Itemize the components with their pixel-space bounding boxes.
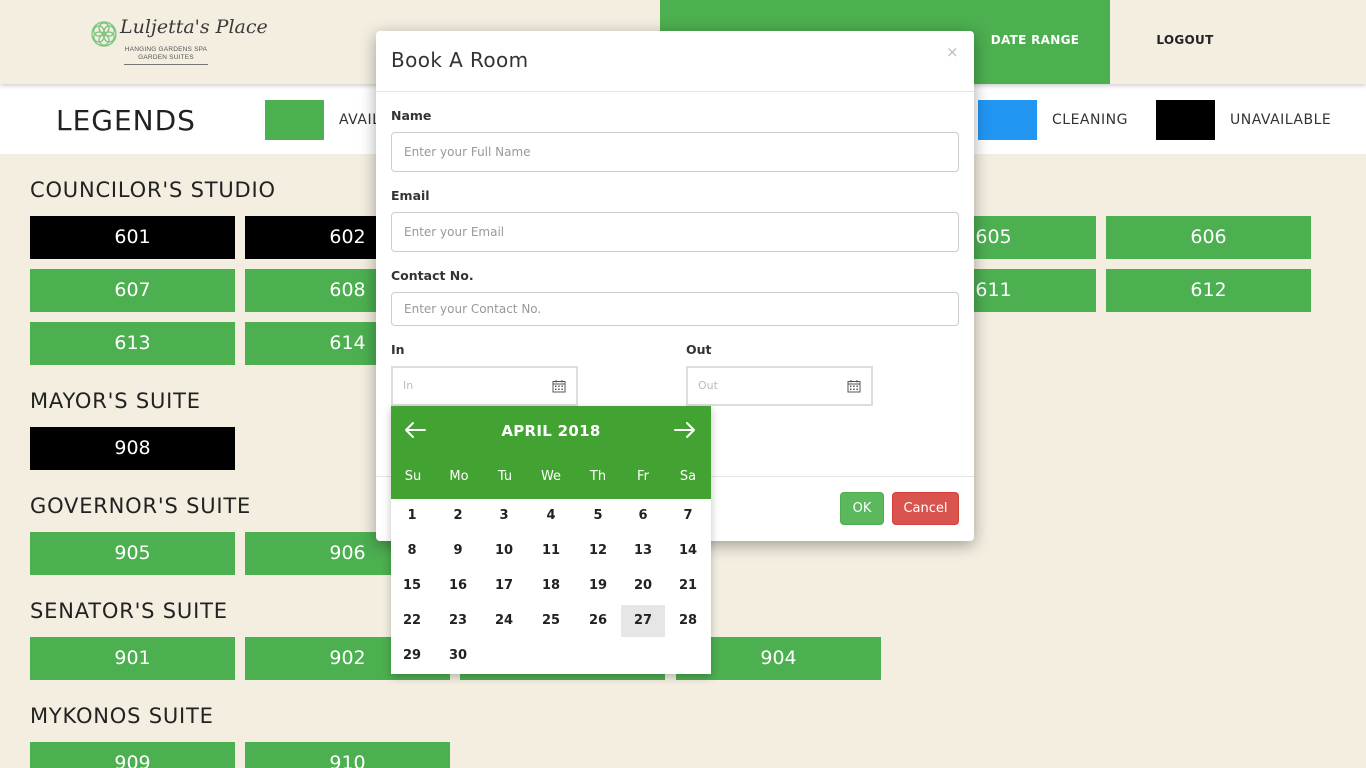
calendar-day[interactable]: 3 [482,500,526,532]
name-input[interactable] [391,132,959,172]
calendar-day[interactable]: 21 [666,570,710,602]
calendar-day[interactable]: 26 [576,605,620,637]
legend-label-unavailable: UNAVAILABLE [1230,112,1332,128]
logo[interactable]: Luljetta's Place HANGING GARDENS SPA GAR… [90,16,268,68]
modal-header-divider [376,91,974,92]
calendar-day[interactable]: 24 [482,605,526,637]
room-905[interactable]: 905 [30,532,235,575]
calendar-day[interactable]: 4 [529,500,573,532]
room-613[interactable]: 613 [30,322,235,365]
modal-title: Book A Room [391,48,529,72]
contact-label: Contact No. [391,268,474,283]
calendar-day[interactable]: 23 [436,605,480,637]
calendar-header: APRIL 2018 Su Mo Tu We Th Fr Sa [391,406,711,499]
ok-button[interactable]: OK [840,492,884,525]
calendar-day[interactable]: 6 [621,500,665,532]
room-910[interactable]: 910 [245,742,450,768]
legend-swatch-available [265,100,324,140]
weekday-label: Sa [679,469,697,484]
check-in-placeholder: In [403,379,414,392]
logo-subtitle: HANGING GARDENS SPA GARDEN SUITES [124,46,208,65]
calendar-month-label[interactable]: APRIL 2018 [391,422,711,440]
close-icon[interactable]: × [946,43,959,61]
calendar-day[interactable]: 20 [621,570,665,602]
calendar-day[interactable]: 29 [390,640,434,672]
room-909[interactable]: 909 [30,742,235,768]
check-in-label: In [391,342,405,357]
room-607[interactable]: 607 [30,269,235,312]
legend-swatch-cleaning [978,100,1037,140]
room-612[interactable]: 612 [1106,269,1311,312]
calendar-icon[interactable] [552,379,566,393]
calendar-day[interactable]: 5 [576,500,620,532]
calendar-day[interactable]: 2 [436,500,480,532]
name-label: Name [391,108,432,123]
calendar-day[interactable]: 11 [529,535,573,567]
calendar-day[interactable]: 17 [482,570,526,602]
weekday-label: Su [404,469,422,484]
logo-subtitle-line1: HANGING GARDENS SPA [124,46,208,53]
legend-swatch-unavailable [1156,100,1215,140]
email-input[interactable] [391,212,959,252]
category-title: SENATOR'S SUITE [30,599,228,623]
calendar-day[interactable]: 15 [390,570,434,602]
calendar-day[interactable]: 1 [390,500,434,532]
room-908[interactable]: 908 [30,427,235,470]
legend-label-cleaning: CLEANING [1052,112,1128,128]
calendar-day[interactable]: 22 [390,605,434,637]
calendar-day[interactable]: 27 [621,605,665,637]
weekday-label: We [540,469,562,484]
logo-subtitle-line2: GARDEN SUITES [138,54,194,61]
calendar-day[interactable]: 19 [576,570,620,602]
calendar-day[interactable]: 12 [576,535,620,567]
flower-logo-icon [91,21,117,47]
category-title: COUNCILOR'S STUDIO [30,178,276,202]
category-title: MAYOR'S SUITE [30,389,201,413]
email-label: Email [391,188,430,203]
check-in-date-input[interactable]: In [391,366,578,406]
cancel-button[interactable]: Cancel [892,492,959,525]
weekday-label: Mo [449,469,469,484]
category-title: MYKONOS SUITE [30,704,214,728]
weekday-label: Th [589,469,607,484]
calendar-day[interactable]: 28 [666,605,710,637]
room-601[interactable]: 601 [30,216,235,259]
calendar-icon[interactable] [847,379,861,393]
nav-logout[interactable]: LOGOUT [1110,0,1260,84]
calendar-day[interactable]: 13 [621,535,665,567]
weekday-label: Fr [637,469,649,484]
check-out-label: Out [686,342,712,357]
logo-title: Luljetta's Place [120,16,268,38]
calendar-day[interactable]: 7 [666,500,710,532]
calendar-day[interactable]: 9 [436,535,480,567]
calendar-day[interactable]: 16 [436,570,480,602]
calendar-day[interactable]: 18 [529,570,573,602]
calendar-day[interactable]: 14 [666,535,710,567]
contact-input[interactable] [391,292,959,326]
room-606[interactable]: 606 [1106,216,1311,259]
check-out-placeholder: Out [698,379,718,392]
arrow-right-icon[interactable] [671,418,699,442]
legends-title: LEGENDS [56,104,196,137]
calendar-day[interactable]: 25 [529,605,573,637]
calendar-day[interactable]: 8 [390,535,434,567]
weekday-label: Tu [497,469,513,484]
nav-date-range[interactable]: DATE RANGE [960,0,1110,84]
date-picker-calendar: APRIL 2018 Su Mo Tu We Th Fr Sa 12345678… [391,406,711,674]
legend-label-available: AVAIL [339,112,381,128]
calendar-day[interactable]: 10 [482,535,526,567]
room-901[interactable]: 901 [30,637,235,680]
calendar-day[interactable]: 30 [436,640,480,672]
category-title: GOVERNOR'S SUITE [30,494,252,518]
check-out-date-input[interactable]: Out [686,366,873,406]
